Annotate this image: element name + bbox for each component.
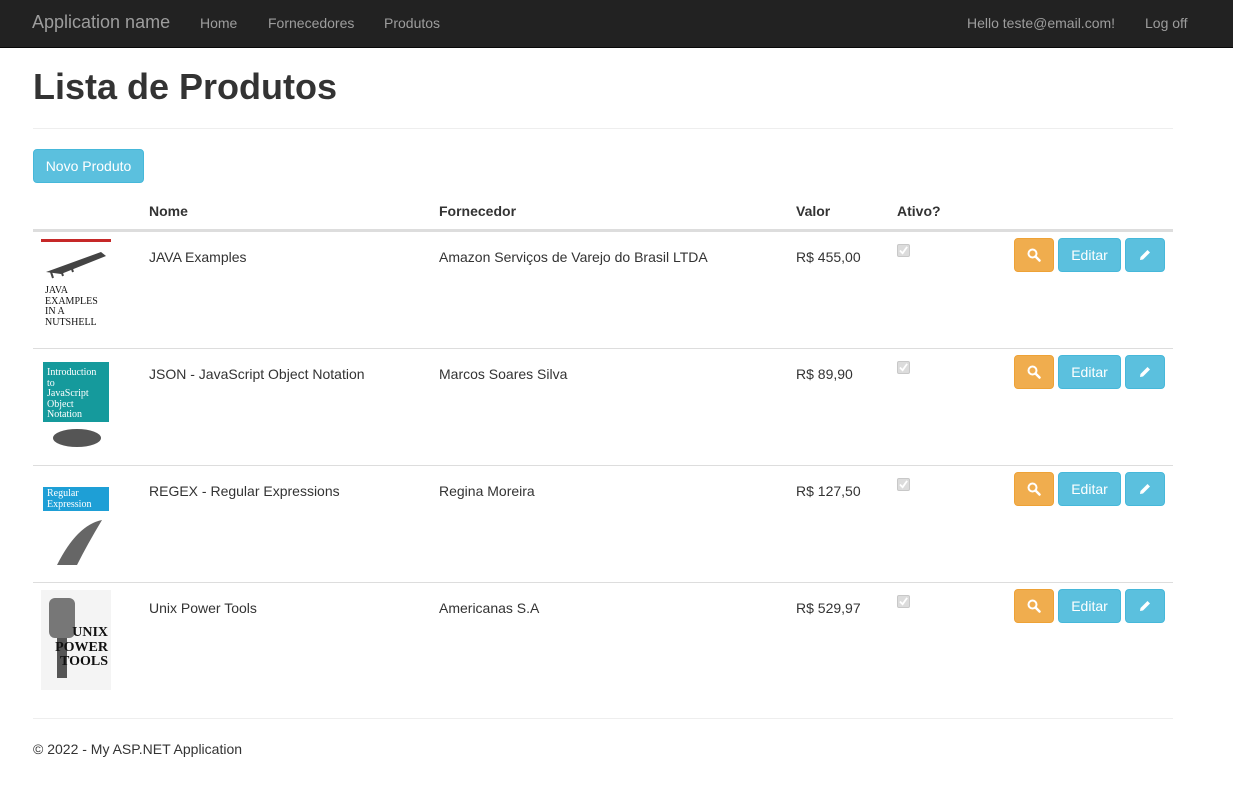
product-price: R$ 455,00 [796,249,861,265]
edit-button[interactable]: Editar [1058,238,1121,272]
book-cover-text: Notation [47,409,82,420]
search-icon [1027,248,1041,262]
book-cover-text: JAVA [45,285,68,296]
book-cover-image: Introduction to JavaScript Object Notation [41,356,111,456]
check-icon [899,480,908,489]
pencil-icon [1140,484,1150,494]
book-cover-text: POWER [55,639,108,655]
check-icon [899,246,908,255]
page-title: Lista de Produtos [33,66,338,107]
book-cover-text: Regular [47,488,79,499]
book-cover-text: JavaScript [47,388,89,399]
row-divider [33,465,1173,466]
edit-icon-button[interactable] [1125,355,1165,389]
check-icon [899,597,908,606]
footer-text: © 2022 - My ASP.NET Application [33,741,243,757]
edit-button[interactable]: Editar [1058,472,1121,506]
book-cover-text: IN A NUTSHELL [45,306,97,328]
book-cover-text: Expression [47,498,92,510]
table-row: Regular Expression REGEX - Regular Expres… [33,465,1173,582]
active-checkbox[interactable] [897,595,910,608]
table-row: Introduction to JavaScript Object Notation … [33,348,1173,465]
product-supplier: Regina Moreira [439,483,535,499]
logoff-link[interactable]: Log off [1145,15,1188,31]
pencil-icon [1140,367,1150,377]
nav-fornecedores[interactable]: Fornecedores [268,15,354,31]
book-cover-image: JAVA EXAMPLES IN A NUTSHELL [41,239,111,339]
book-cover-text: TOOLS [60,654,108,670]
new-product-button[interactable]: Novo Produto [33,149,144,183]
product-price: R$ 89,90 [796,366,853,382]
table-row: UNIX POWER TOOLS Unix Power Tools American… [33,582,1173,699]
active-checkbox[interactable] [897,244,910,257]
edit-button[interactable]: Editar [1058,589,1121,623]
edit-button[interactable]: Editar [1058,355,1121,389]
book-cover-text: UNIX [72,625,108,640]
row-divider [33,348,1173,349]
product-supplier: Amazon Serviços de Varejo do Brasil LTDA [439,249,708,265]
user-greeting-link[interactable]: Hello teste@email.com! [967,15,1115,31]
product-supplier: Americanas S.A [439,600,540,616]
nav-home[interactable]: Home [200,15,237,31]
navbar: Application name Home Fornecedores Produ… [0,0,1233,48]
header-ativo: Ativo? [897,203,941,219]
search-icon [1027,365,1041,379]
active-checkbox[interactable] [897,478,910,491]
seal-illustration [53,429,101,447]
details-button[interactable] [1014,238,1054,272]
active-checkbox[interactable] [897,361,910,374]
product-name: Unix Power Tools [149,600,257,616]
search-icon [1027,599,1041,613]
details-button[interactable] [1014,589,1054,623]
product-supplier: Marcos Soares Silva [439,366,568,382]
pencil-icon [1140,601,1150,611]
product-price: R$ 529,97 [796,600,861,616]
table-row: JAVA EXAMPLES IN A NUTSHELL JAVA Examples … [33,231,1173,348]
row-divider [33,582,1173,583]
crocodile-illustration [46,252,106,279]
header-valor: Valor [796,203,831,219]
book-cover-text: Introduction to [47,367,97,389]
edit-icon-button[interactable] [1125,238,1165,272]
search-icon [1027,482,1041,496]
title-divider [33,128,1173,129]
product-name: REGEX - Regular Expressions [149,483,340,499]
book-cover-image: UNIX POWER TOOLS [41,590,111,690]
row-divider [33,231,1173,232]
header-nome: Nome [149,203,188,219]
details-button[interactable] [1014,472,1054,506]
owl-illustration [57,520,102,565]
book-cover-image: Regular Expression [41,473,111,573]
check-icon [899,363,908,372]
product-name: JAVA Examples [149,249,247,265]
edit-icon-button[interactable] [1125,472,1165,506]
details-button[interactable] [1014,355,1054,389]
product-name: JSON - JavaScript Object Notation [149,366,365,382]
edit-icon-button[interactable] [1125,589,1165,623]
footer-divider [33,718,1173,719]
product-price: R$ 127,50 [796,483,861,499]
pencil-icon [1140,250,1150,260]
nav-produtos[interactable]: Produtos [384,15,440,31]
header-fornecedor: Fornecedor [439,203,517,219]
brand-link[interactable]: Application name [32,12,170,33]
